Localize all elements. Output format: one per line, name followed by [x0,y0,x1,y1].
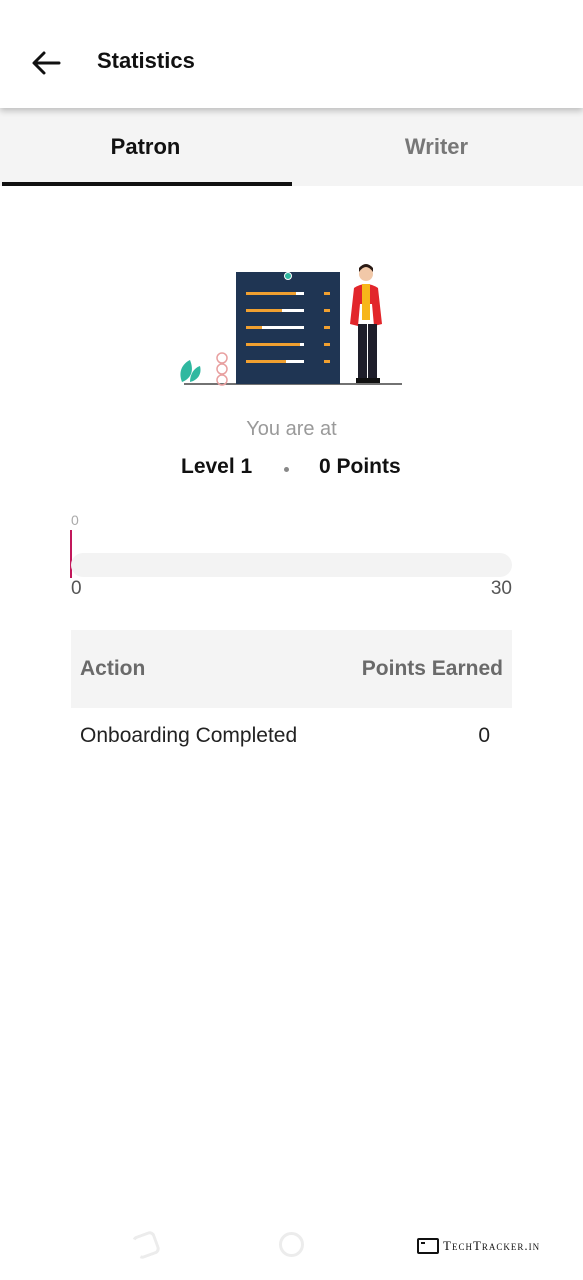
tab-bar: Patron Writer [0,108,583,186]
watermark: TechTracker.in [417,1236,540,1256]
app-bar: Statistics [0,0,583,108]
leaderboard-person-illustration [180,264,402,386]
watermark-text: TechTracker.in [443,1238,541,1253]
recent-apps-icon[interactable] [130,1229,162,1261]
tab-patron[interactable]: Patron [0,108,291,186]
points-table: Action Points Earned Onboarding Complete… [71,630,512,747]
points-progress-bar [71,553,512,577]
progress-min-label: 0 [71,578,82,599]
page-title: Statistics [97,48,195,73]
progress-current-label: 0 [71,512,79,528]
row-points: 0 [478,724,490,747]
level-summary: Level 1 0 Points [0,455,583,483]
separator-dot [284,467,289,472]
points-label: 0 Points [319,455,401,478]
watermark-logo-icon [417,1238,439,1254]
back-button[interactable] [24,42,68,84]
arrow-left-icon [32,51,61,75]
active-tab-indicator [2,182,292,186]
level-label: Level 1 [181,455,253,478]
header-action: Action [80,657,146,680]
row-action: Onboarding Completed [80,724,298,747]
home-icon[interactable] [279,1232,304,1257]
tab-writer[interactable]: Writer [291,108,582,186]
person-figure [350,264,382,383]
table-header: Action Points Earned [71,630,512,708]
header-points-earned: Points Earned [361,657,503,680]
plant-leaf-icon [180,360,192,382]
level-subtitle: You are at [246,418,337,440]
system-nav-bar: TechTracker.in [0,1212,583,1280]
progress-max-label: 30 [490,578,512,599]
